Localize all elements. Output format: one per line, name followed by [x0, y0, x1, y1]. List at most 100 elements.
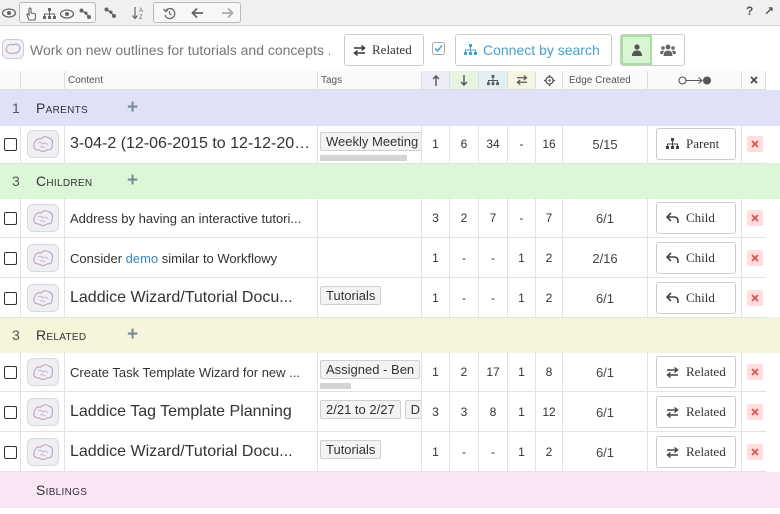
- col-descendants-count[interactable]: [479, 71, 508, 90]
- table-row[interactable]: Address by having an interactive tutori.…: [0, 198, 766, 238]
- col-tags[interactable]: Tags: [318, 71, 422, 90]
- add-child-plus-icon[interactable]: +: [127, 170, 138, 192]
- relation-type-button[interactable]: Parent: [656, 128, 736, 160]
- row-checkbox[interactable]: [3, 251, 17, 265]
- edge-created-cell: 5/15: [563, 124, 648, 164]
- single-user-toggle[interactable]: [621, 35, 652, 65]
- col-parents-count[interactable]: [422, 71, 450, 90]
- count-value: 1: [432, 291, 439, 305]
- count-value: 1: [518, 445, 525, 459]
- node-title[interactable]: Laddice Wizard/Tutorial Docu...: [65, 289, 311, 307]
- table-row[interactable]: Laddice Wizard/Tutorial Docu... Tutorials…: [0, 278, 766, 318]
- table-row[interactable]: Laddice Tag Template Planning 2/21 to 2/2…: [0, 392, 766, 432]
- node-title[interactable]: Laddice Wizard/Tutorial Docu...: [65, 443, 311, 461]
- node-thumbnail[interactable]: [26, 284, 59, 312]
- tag-chip[interactable]: 2/21 to 2/27: [320, 400, 401, 419]
- tags-cell: Assigned - Ben: [318, 352, 422, 392]
- count-cell-c1: 3: [422, 198, 450, 238]
- arrow-right-icon[interactable]: [218, 3, 236, 23]
- hierarchy-icon[interactable]: [41, 4, 57, 24]
- row-checkbox[interactable]: [3, 445, 17, 459]
- col-relation[interactable]: [648, 71, 742, 90]
- count-value: 2: [460, 211, 468, 225]
- count-value: 1: [432, 251, 439, 265]
- delete-row-button[interactable]: [747, 210, 763, 226]
- node-title[interactable]: Create Task Template Wizard for new ...: [65, 365, 311, 380]
- sort-alpha-icon[interactable]: AZ: [129, 3, 149, 23]
- col-related-count[interactable]: [508, 71, 536, 90]
- expand-button[interactable]: ↗: [764, 4, 774, 18]
- delete-row-button[interactable]: [747, 404, 763, 420]
- node-title[interactable]: Address by having an interactive tutori.…: [65, 211, 311, 226]
- node-title[interactable]: 3-04-2 (12-06-2015 to 12-12-201...: [65, 135, 311, 153]
- row-checkbox[interactable]: [3, 365, 17, 379]
- exchange-icon: [666, 406, 679, 418]
- edge-created-cell: 6/1: [563, 198, 648, 238]
- row-checkbox[interactable]: [3, 291, 17, 305]
- tag-chip[interactable]: Weekly Meeting: [320, 132, 421, 151]
- add-parent-plus-icon[interactable]: +: [127, 97, 138, 119]
- hand-pointer-icon[interactable]: [23, 4, 39, 24]
- count-cell-c1: 1: [422, 238, 450, 278]
- table-row[interactable]: Create Task Template Wizard for new ... A…: [0, 352, 766, 392]
- connect-by-search-button[interactable]: Connect by search: [455, 34, 612, 66]
- graph-nodes-icon[interactable]: [77, 4, 93, 24]
- tags-list: Tutorials: [318, 440, 421, 459]
- content-cell: Consider demo similar to Workflowy: [65, 238, 318, 278]
- relation-type-button[interactable]: Child: [656, 242, 736, 274]
- delete-row-button[interactable]: [747, 444, 763, 460]
- col-edge-created[interactable]: Edge Created: [563, 71, 648, 90]
- count-cell-c1: 1: [422, 124, 450, 164]
- node-title[interactable]: Work on new outlines for tutorials and c…: [30, 42, 330, 58]
- delete-row-button[interactable]: [747, 364, 763, 380]
- group-users-toggle[interactable]: [652, 35, 683, 65]
- node-thumbnail[interactable]: [26, 204, 59, 232]
- tag-chip[interactable]: D: [404, 400, 421, 419]
- tag-chip[interactable]: Tutorials: [320, 286, 382, 305]
- graph-nodes-icon[interactable]: [101, 3, 119, 23]
- table-row[interactable]: 3-04-2 (12-06-2015 to 12-12-201... Weekly…: [0, 124, 766, 164]
- count-cell-c5: 7: [536, 198, 563, 238]
- related-button[interactable]: Related: [344, 34, 424, 66]
- history-icon[interactable]: [160, 3, 178, 23]
- eye-icon[interactable]: [1, 3, 17, 23]
- node-thumbnail[interactable]: [26, 130, 59, 158]
- col-children-count[interactable]: [450, 71, 479, 90]
- count-value: 12: [542, 405, 556, 419]
- section-count: 3: [12, 173, 20, 189]
- table-row[interactable]: Consider demo similar to Workflowy 1 - - 1 2 2…: [0, 238, 766, 278]
- relation-type-button[interactable]: Related: [656, 436, 736, 468]
- relation-type-button[interactable]: Child: [656, 202, 736, 234]
- row-checkbox[interactable]: [3, 405, 17, 419]
- row-checkbox[interactable]: [3, 137, 17, 151]
- node-thumbnail[interactable]: [26, 244, 59, 272]
- row-checkbox[interactable]: [3, 211, 17, 225]
- arrow-left-icon[interactable]: [188, 3, 206, 23]
- tag-chip[interactable]: Tutorials: [320, 440, 382, 459]
- node-title-text: Consider: [70, 250, 126, 266]
- svg-text:Z: Z: [139, 15, 143, 20]
- table-row[interactable]: Laddice Wizard/Tutorial Docu... Tutorials…: [0, 432, 766, 472]
- node-thumbnail[interactable]: [26, 438, 59, 466]
- delete-row-button[interactable]: [747, 250, 763, 266]
- node-title[interactable]: Laddice Tag Template Planning: [65, 403, 311, 421]
- count-cell-c4: 1: [508, 432, 536, 472]
- node-thumbnail[interactable]: [26, 358, 59, 386]
- edge-created-value: 6/1: [595, 210, 615, 226]
- relation-type-button[interactable]: Related: [656, 396, 736, 428]
- relation-type-button[interactable]: Child: [656, 282, 736, 314]
- node-thumbnail[interactable]: [26, 398, 59, 426]
- tag-chip[interactable]: Assigned - Ben: [320, 360, 421, 379]
- help-button[interactable]: ?: [746, 4, 753, 18]
- count-value: 8: [489, 405, 497, 419]
- demo-link[interactable]: demo: [126, 251, 159, 266]
- add-related-plus-icon[interactable]: +: [127, 324, 138, 346]
- col-content[interactable]: Content: [65, 71, 318, 90]
- node-title[interactable]: Consider demo similar to Workflowy: [65, 251, 311, 266]
- delete-row-button[interactable]: [747, 290, 763, 306]
- eye-icon[interactable]: [59, 4, 75, 24]
- checkbox-check-icon[interactable]: [432, 42, 445, 55]
- relation-type-button[interactable]: Related: [656, 356, 736, 388]
- col-activity[interactable]: [536, 71, 563, 90]
- delete-row-button[interactable]: [747, 136, 763, 152]
